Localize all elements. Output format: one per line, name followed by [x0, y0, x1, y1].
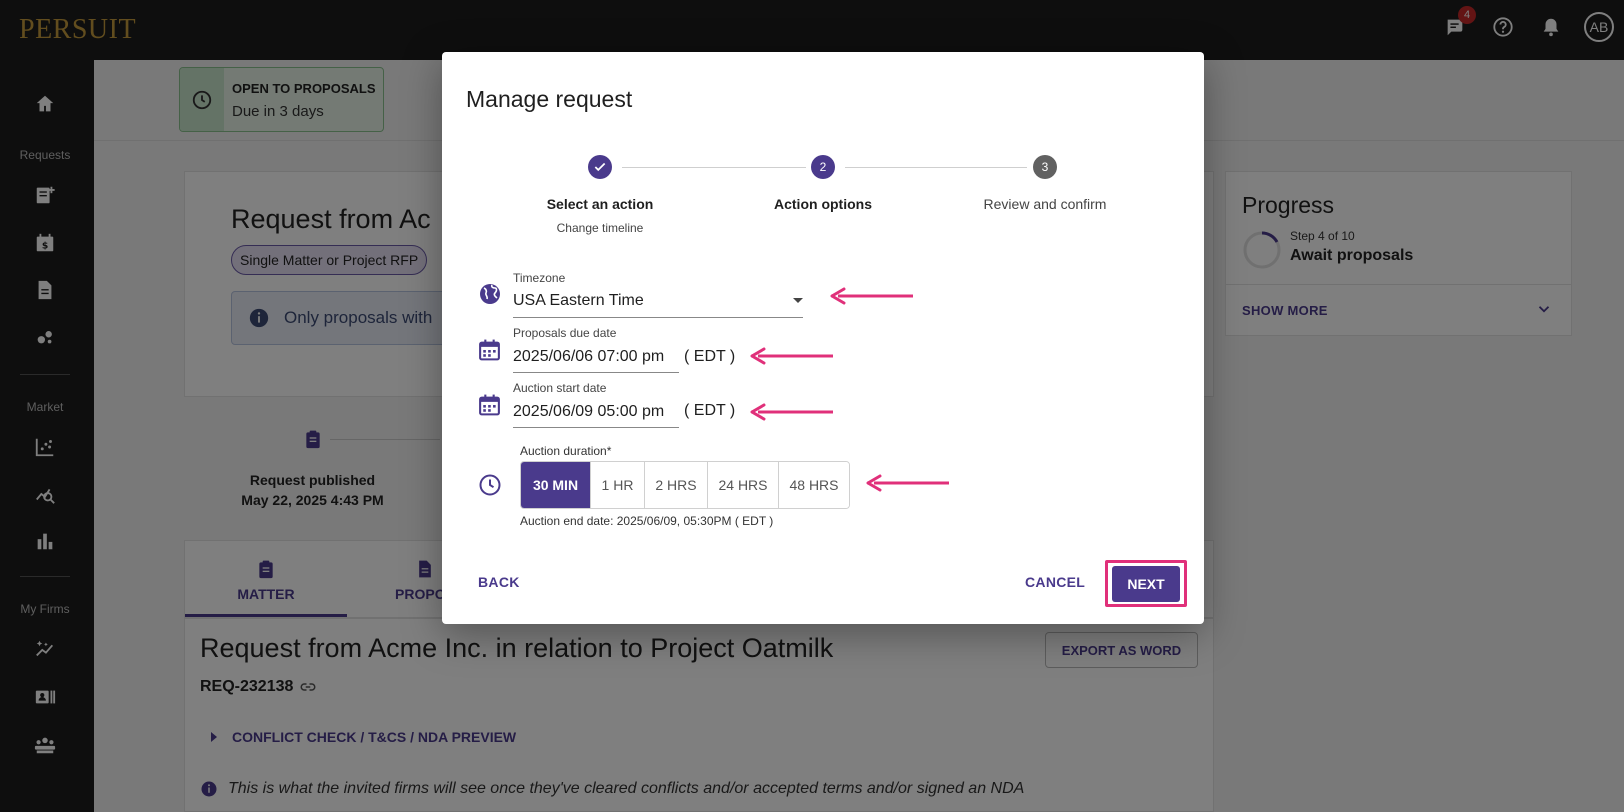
annotation-arrow-icon	[750, 403, 833, 421]
step-1-complete	[588, 155, 612, 179]
due-date-underline	[513, 372, 679, 373]
stepper-connector	[845, 167, 1027, 168]
back-button[interactable]: BACK	[478, 574, 520, 590]
calendar-icon[interactable]	[477, 337, 502, 363]
duration-option-2-hrs[interactable]: 2 HRS	[645, 462, 708, 508]
annotation-arrow-icon	[866, 474, 949, 492]
step-1-label: Select an action	[546, 196, 654, 212]
due-date-input[interactable]: 2025/06/06 07:00 pm	[513, 348, 664, 366]
globe-icon	[480, 284, 500, 304]
auction-start-timezone: ( EDT )	[684, 402, 736, 419]
due-date-label: Proposals due date	[513, 326, 617, 340]
check-icon	[594, 162, 606, 172]
manage-request-dialog: Manage request 2 3 Select an action Chan…	[442, 52, 1204, 624]
duration-option-1-hr[interactable]: 1 HR	[591, 462, 645, 508]
due-date-timezone: ( EDT )	[684, 348, 736, 365]
stepper-connector	[622, 167, 806, 168]
duration-option-24-hrs[interactable]: 24 HRS	[708, 462, 779, 508]
dialog-title: Manage request	[466, 86, 633, 112]
step-3-pending: 3	[1033, 155, 1057, 179]
annotation-arrow-icon	[750, 347, 833, 365]
step-2-label: Action options	[774, 196, 872, 212]
step-1-sublabel: Change timeline	[556, 221, 644, 235]
auction-duration-label: Auction duration*	[520, 444, 612, 458]
next-button-highlight: NEXT	[1105, 560, 1187, 607]
duration-option-30-min[interactable]: 30 MIN	[521, 462, 591, 508]
next-button[interactable]: NEXT	[1112, 565, 1180, 602]
timezone-label: Timezone	[513, 271, 566, 285]
calendar-icon[interactable]	[477, 392, 502, 418]
auction-duration-toggle-group: 30 MIN 1 HR 2 HRS 24 HRS 48 HRS	[520, 461, 850, 509]
caret-down-icon[interactable]	[792, 297, 804, 305]
timezone-underline	[513, 317, 803, 318]
auction-start-label: Auction start date	[513, 381, 607, 395]
cancel-button[interactable]: CANCEL	[1025, 574, 1085, 590]
step-3-label: Review and confirm	[983, 196, 1107, 212]
timezone-select[interactable]: USA Eastern Time	[513, 292, 644, 310]
auction-start-input[interactable]: 2025/06/09 05:00 pm	[513, 403, 664, 421]
step-2-active: 2	[811, 155, 835, 179]
clock-icon	[479, 474, 501, 496]
duration-option-48-hrs[interactable]: 48 HRS	[779, 462, 849, 508]
auction-end-date: Auction end date: 2025/06/09, 05:30PM ( …	[520, 514, 774, 528]
annotation-arrow-icon	[830, 287, 913, 305]
auction-start-underline	[513, 427, 679, 428]
